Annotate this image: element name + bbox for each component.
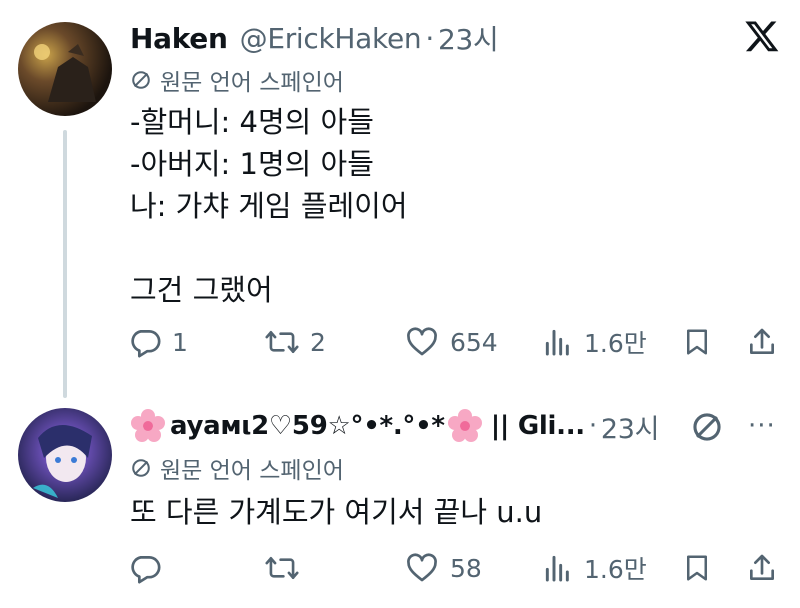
share-icon <box>750 554 774 580</box>
translate-label: 원문 언어 스페인어 <box>160 70 344 96</box>
separator: · <box>425 21 434 55</box>
view-count: 1.6만 <box>584 329 647 358</box>
tweet-text: -할머니: 4명의 아들 -아버지: 1명의 아들 나: 가챠 게임 플레이어 … <box>130 105 408 307</box>
heart-icon <box>407 553 437 582</box>
heart-icon <box>407 327 437 356</box>
repost-count: 2 <box>310 327 326 357</box>
timestamp[interactable]: 23시 <box>438 18 499 58</box>
view-count: 1.6만 <box>584 555 647 584</box>
tweet-text: 또 다른 가계도가 여기서 끝나 u.u <box>130 495 543 529</box>
x-logo-icon[interactable] <box>744 18 780 58</box>
display-name-suffix[interactable]: || Gli... <box>491 411 585 441</box>
share-button[interactable] <box>746 320 778 364</box>
cherry-blossom-icon <box>447 409 482 442</box>
tweet-header: ayaмι2♡59☆°•*.°•* || Gli... · 23시 <box>130 406 659 446</box>
bookmark-icon <box>687 329 707 355</box>
tweet-header: Haken @ErickHaken · 23시 <box>130 18 499 58</box>
share-icon <box>750 328 774 354</box>
reply-icon <box>131 556 161 584</box>
repost-button[interactable]: 2 <box>264 320 326 364</box>
repost-button[interactable] <box>264 546 310 590</box>
bookmark-button[interactable] <box>682 320 712 364</box>
tweet-actions: 58 1.6만 <box>128 546 784 590</box>
views-icon <box>545 329 569 356</box>
reply-icon <box>131 330 161 358</box>
reply-count: 1 <box>172 327 188 357</box>
translate-icon <box>132 459 150 477</box>
repost-icon <box>265 330 299 354</box>
translate-label: 원문 언어 스페인어 <box>160 458 344 484</box>
like-count: 58 <box>450 553 482 583</box>
cherry-blossom-icon <box>131 409 165 442</box>
translate-toggle-button[interactable] <box>690 410 724 448</box>
display-name[interactable]: ayaмι2♡59☆°•*.°•* <box>170 411 445 441</box>
like-button[interactable]: 58 <box>404 546 482 590</box>
views-button[interactable]: 1.6만 <box>542 546 647 590</box>
avatar[interactable] <box>18 408 112 502</box>
avatar[interactable] <box>18 22 112 116</box>
thread-line <box>63 130 67 398</box>
separator: · <box>588 411 597 441</box>
display-name[interactable]: Haken <box>130 22 228 55</box>
translate-icon <box>693 413 721 441</box>
like-button[interactable]: 654 <box>404 320 498 364</box>
more-icon: ··· <box>748 411 776 441</box>
bookmark-icon <box>687 555 707 581</box>
views-icon <box>545 555 569 582</box>
handle[interactable]: @ErickHaken <box>240 22 422 55</box>
timestamp[interactable]: 23시 <box>601 407 660 446</box>
translate-info[interactable]: 원문 언어 스페인어 <box>130 64 344 96</box>
translate-icon <box>132 71 150 89</box>
translate-info[interactable]: 원문 언어 스페인어 <box>130 452 344 484</box>
more-options-button[interactable]: ··· <box>748 408 776 444</box>
share-button[interactable] <box>746 546 778 590</box>
repost-icon <box>265 556 299 580</box>
bookmark-button[interactable] <box>682 546 712 590</box>
reply-button[interactable]: 1 <box>128 320 188 364</box>
tweet-actions: 1 2 654 1.6만 <box>128 320 784 364</box>
reply-button[interactable] <box>128 546 172 590</box>
like-count: 654 <box>450 327 498 357</box>
views-button[interactable]: 1.6만 <box>542 320 647 364</box>
